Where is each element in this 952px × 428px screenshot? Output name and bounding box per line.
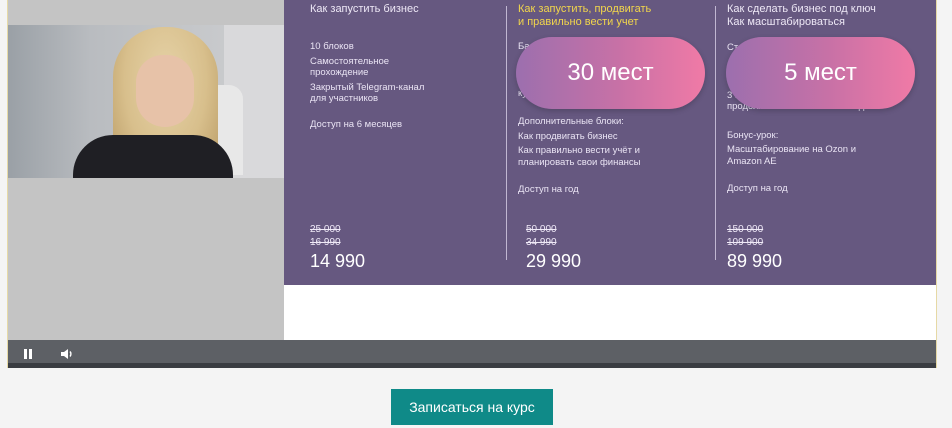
current-price: 29 990	[526, 251, 582, 271]
current-price: 14 990	[310, 251, 366, 271]
webcam-feed	[8, 25, 284, 178]
plan-price-basic: 25 000 16 990 14 990	[310, 223, 365, 272]
plan-extra-item: Как продвигать бизнес	[518, 130, 618, 142]
progress-track[interactable]	[8, 363, 936, 368]
plan-title: Как сделать бизнес под ключ	[727, 3, 876, 15]
plan-feature: Закрытый Telegram-канал для участников	[310, 81, 425, 105]
enroll-button[interactable]: Записаться на курс	[391, 389, 553, 425]
plan-price-premium: 150 000 109 900 89 990	[727, 223, 782, 272]
plan-bonus-text: Масштабирование на Ozon и Amazon AE	[727, 144, 857, 167]
plan-subtitle: Как масштабироваться	[727, 16, 845, 28]
plan-access: Доступ на год	[518, 184, 579, 195]
current-price: 89 990	[727, 251, 783, 271]
plan-feature: Самостоятельное прохождение	[310, 55, 390, 79]
plan-access: Доступ на 6 месяцев	[310, 118, 403, 130]
old-price: 34 990	[526, 237, 557, 248]
column-divider	[715, 6, 716, 260]
seats-badge: 5 мест	[726, 37, 915, 109]
plan-column-basic: Как запустить бизнес 10 блоков Самостоят…	[310, 0, 500, 130]
plan-bonus-heading: Бонус-урок:	[727, 129, 779, 141]
plan-extra-item: Как правильно вести учёт и планировать с…	[518, 145, 641, 168]
old-price: 109 900	[727, 237, 764, 248]
column-divider	[506, 6, 507, 260]
old-price: 150 000	[727, 224, 764, 235]
plan-feature: 10 блоков	[310, 41, 354, 52]
old-price: 25 000	[310, 224, 341, 235]
seats-badge: 30 мест	[516, 37, 705, 109]
plan-title: Как запустить бизнес	[310, 3, 419, 15]
player-controls	[8, 340, 936, 368]
old-price: 16 990	[310, 237, 341, 248]
plan-access: Доступ на год	[727, 183, 788, 194]
plan-title: Как запустить, продвигать и правильно ве…	[518, 3, 652, 28]
volume-icon[interactable]	[59, 346, 75, 362]
video-left-panel	[8, 0, 284, 340]
old-price: 50 000	[526, 224, 557, 235]
plan-price-standard: 50 000 34 990 29 990	[526, 223, 581, 272]
plan-extra-heading: Дополнительные блоки:	[518, 116, 624, 127]
pause-icon[interactable]	[20, 346, 36, 362]
